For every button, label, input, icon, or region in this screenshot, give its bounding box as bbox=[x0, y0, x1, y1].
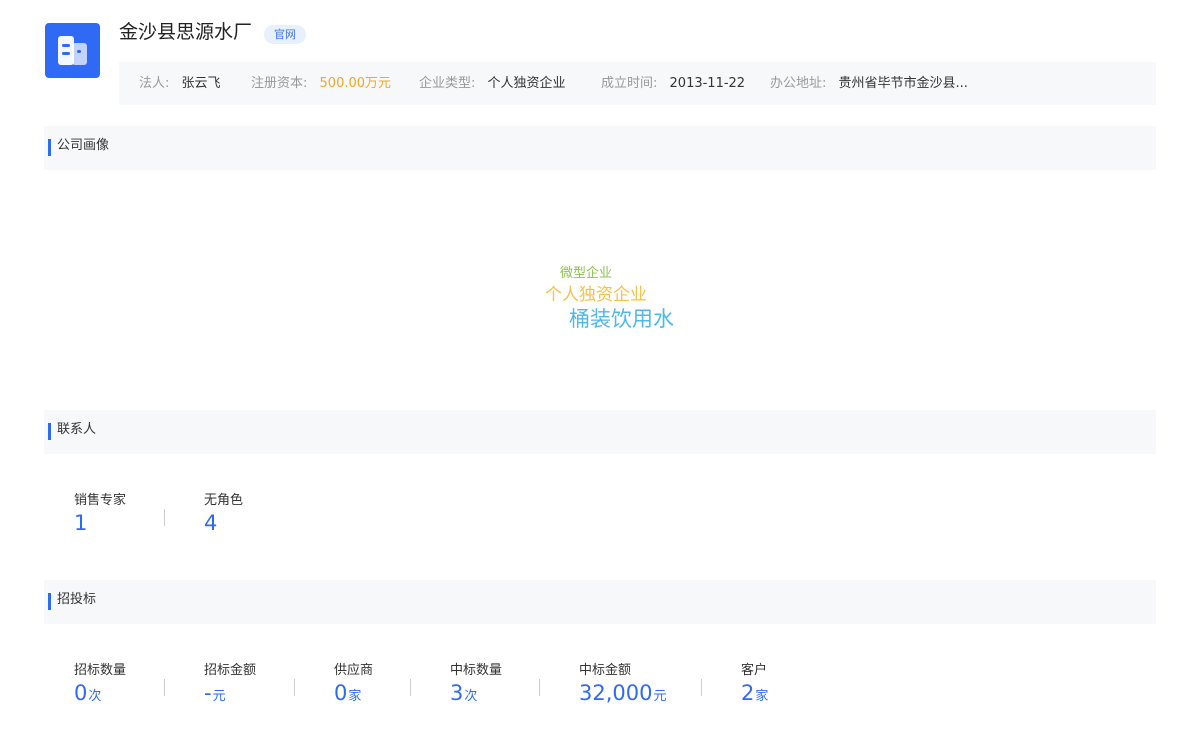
stat-unit: 家 bbox=[348, 689, 362, 704]
divider bbox=[539, 679, 540, 696]
section-accent-bar bbox=[48, 423, 51, 440]
founded-date: 成立时间: 2013-11-22 bbox=[601, 62, 745, 105]
stat-number: 3 bbox=[450, 681, 464, 705]
bid-stat-tender-amount[interactable]: 招标金额 -元 bbox=[204, 662, 256, 710]
founded-label: 成立时间: bbox=[601, 76, 658, 91]
section-accent-bar bbox=[48, 139, 51, 156]
profile-tag[interactable]: 个人独资企业 bbox=[545, 280, 647, 305]
stat-label: 无角色 bbox=[204, 493, 244, 508]
section-title: 联系人 bbox=[57, 422, 97, 437]
stat-value: 4 bbox=[204, 511, 218, 535]
type-label: 企业类型: bbox=[419, 76, 476, 91]
stat-number: 0 bbox=[74, 681, 88, 705]
bid-stat-customers[interactable]: 客户 2家 bbox=[741, 662, 768, 710]
stat-label: 招标金额 bbox=[204, 663, 257, 678]
office-address: 办公地址: 贵州省毕节市金沙县... bbox=[770, 62, 968, 105]
section-company-profile: 公司画像 bbox=[44, 126, 1156, 170]
profile-word-cloud: 微型企业 个人独资企业 桶装饮用水 bbox=[44, 170, 1156, 410]
bid-stat-suppliers[interactable]: 供应商 0家 bbox=[334, 662, 373, 710]
stat-number: 0 bbox=[334, 681, 348, 705]
legal-representative: 法人: 张云飞 bbox=[139, 62, 221, 105]
stat-unit: 家 bbox=[755, 689, 769, 704]
stat-value: 3次 bbox=[450, 680, 502, 710]
address-value[interactable]: 贵州省毕节市金沙县... bbox=[839, 76, 968, 91]
stat-value: 2家 bbox=[741, 680, 768, 710]
stat-value: 0家 bbox=[334, 680, 373, 710]
legal-rep-value[interactable]: 张云飞 bbox=[182, 76, 221, 91]
stat-unit: 次 bbox=[464, 689, 478, 704]
section-accent-bar bbox=[48, 593, 51, 610]
type-value: 个人独资企业 bbox=[487, 76, 566, 91]
bid-stat-win-amount[interactable]: 中标金额 32,000元 bbox=[579, 662, 667, 710]
stat-label: 供应商 bbox=[334, 663, 374, 678]
divider bbox=[410, 679, 411, 696]
contact-stat-no-role[interactable]: 无角色 4 bbox=[204, 492, 243, 536]
company-name: 金沙县思源水厂 bbox=[119, 21, 253, 43]
contacts-stats: 销售专家 1 无角色 4 bbox=[0, 492, 1200, 542]
stat-value: 32,000元 bbox=[579, 680, 667, 710]
bid-stat-tender-count[interactable]: 招标数量 0次 bbox=[74, 662, 126, 710]
stat-label: 中标数量 bbox=[450, 663, 503, 678]
divider bbox=[294, 679, 295, 696]
founded-value: 2013-11-22 bbox=[669, 76, 746, 91]
profile-tag[interactable]: 桶装饮用水 bbox=[569, 303, 674, 333]
divider bbox=[164, 679, 165, 696]
building-icon bbox=[58, 36, 87, 65]
stat-unit: 次 bbox=[88, 689, 102, 704]
company-info-bar: 法人: 张云飞 注册资本: 500.00万元 企业类型: 个人独资企业 成立时间… bbox=[119, 62, 1156, 105]
profile-tag[interactable]: 微型企业 bbox=[560, 262, 612, 281]
stat-value: 0次 bbox=[74, 680, 126, 710]
company-type: 企业类型: 个人独资企业 bbox=[419, 62, 566, 105]
stat-label: 中标金额 bbox=[579, 663, 632, 678]
registered-capital: 注册资本: 500.00万元 bbox=[251, 62, 391, 105]
divider bbox=[164, 509, 165, 526]
stat-value: -元 bbox=[204, 680, 256, 710]
website-badge[interactable]: 官网 bbox=[264, 25, 306, 44]
stat-number: - bbox=[204, 681, 212, 705]
section-title: 招投标 bbox=[57, 592, 97, 607]
capital-value: 500.00万元 bbox=[319, 76, 392, 91]
section-title: 公司画像 bbox=[57, 138, 110, 153]
legal-rep-label: 法人: bbox=[139, 76, 170, 91]
stat-label: 招标数量 bbox=[74, 663, 127, 678]
stat-label: 客户 bbox=[741, 663, 768, 678]
section-contacts: 联系人 bbox=[44, 410, 1156, 454]
stat-number: 2 bbox=[741, 681, 755, 705]
stat-value: 1 bbox=[74, 511, 88, 535]
bid-stat-win-count[interactable]: 中标数量 3次 bbox=[450, 662, 502, 710]
address-label: 办公地址: bbox=[770, 76, 827, 91]
bidding-stats: 招标数量 0次 招标金额 -元 供应商 0家 中标数量 3次 中标金额 32,0… bbox=[0, 662, 1200, 712]
stat-number: 32,000 bbox=[579, 681, 653, 705]
contact-stat-sales-expert[interactable]: 销售专家 1 bbox=[74, 492, 126, 536]
divider bbox=[701, 679, 702, 696]
capital-label: 注册资本: bbox=[251, 76, 308, 91]
section-bidding: 招投标 bbox=[44, 580, 1156, 624]
stat-label: 销售专家 bbox=[74, 493, 127, 508]
stat-unit: 元 bbox=[212, 689, 226, 704]
stat-unit: 元 bbox=[653, 689, 667, 704]
company-logo bbox=[45, 23, 100, 78]
company-header: 金沙县思源水厂 官网 法人: 张云飞 注册资本: 500.00万元 企业类型: … bbox=[0, 0, 1200, 110]
